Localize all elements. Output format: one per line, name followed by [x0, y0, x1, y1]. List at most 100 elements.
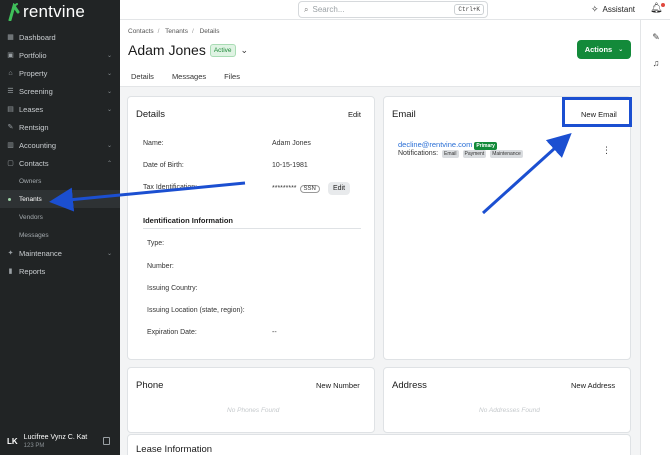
sidebar-item-rentsign[interactable]: ✎ Rentsign [0, 118, 120, 136]
status-badge: Active [209, 43, 236, 57]
page-title: Adam Jones [128, 42, 206, 58]
sidebar-subitem-owners[interactable]: Owners [0, 172, 120, 190]
sidebar-item-maintenance[interactable]: ✦ Maintenance ⌄ [0, 244, 120, 262]
sidebar-item-label: Reports [19, 266, 46, 276]
sidebar-subitem-tenants[interactable]: Tenants [0, 190, 120, 208]
phone-empty-state: No Phones Found [227, 407, 280, 414]
sidebar-item-screening[interactable]: ☰ Screening ⌄ [0, 82, 120, 100]
expiration-date-label: Expiration Date: [147, 329, 197, 336]
chevron-down-icon: ⌄ [106, 142, 112, 149]
details-card: Details Edit Name: Adam Jones Date of Bi… [127, 96, 375, 360]
email-card-title: Email [392, 109, 416, 120]
name-value: Adam Jones [272, 140, 311, 147]
name-label: Name: [143, 140, 164, 147]
sidebar-item-accounting[interactable]: ▥ Accounting ⌄ [0, 136, 120, 154]
phone-card-title: Phone [136, 380, 164, 391]
actions-button[interactable]: Actions ⌄ [577, 40, 631, 59]
sidebar-item-label: Rentsign [19, 122, 49, 132]
sidebar-item-label: Maintenance [19, 248, 62, 258]
edit-note-icon[interactable]: ✎ [651, 32, 661, 42]
sidebar-item-label: Portfolio [19, 50, 47, 60]
dob-value: 10-15-1981 [272, 162, 308, 169]
new-address-button[interactable]: New Address [571, 381, 615, 390]
sidebar-item-portfolio[interactable]: ▣ Portfolio ⌄ [0, 46, 120, 64]
sidebar: rentvine ▦ Dashboard ▣ Portfolio ⌄ ⌂ Pro… [0, 0, 120, 455]
address-empty-state: No Addresses Found [479, 407, 540, 414]
notification-icon[interactable]: ♫ [651, 58, 661, 68]
issuing-location-label: Issuing Location (state, region): [147, 307, 245, 314]
actions-label: Actions [584, 45, 613, 54]
dashboard-icon: ▦ [7, 34, 14, 41]
sidebar-item-reports[interactable]: ▮ Reports [0, 262, 120, 280]
tax-id-label: Tax Identification: [143, 184, 198, 191]
tax-id-masked: ********* [272, 185, 297, 192]
notification-tag-email: Email [442, 150, 459, 158]
reports-icon: ▮ [8, 268, 13, 275]
active-dot-icon [8, 197, 11, 201]
details-edit-button[interactable]: Edit [348, 110, 361, 119]
sidebar-subitem-label: Owners [19, 177, 42, 185]
email-address: decline@rentvine.com [398, 140, 473, 149]
issuing-country-label: Issuing Country: [147, 285, 198, 292]
dob-label: Date of Birth: [143, 162, 184, 169]
email-address-link[interactable]: decline@rentvine.com Primary [398, 140, 497, 150]
assistant-label: Assistant [602, 5, 636, 14]
id-number-label: Number: [147, 263, 174, 270]
rentvine-logo-icon [8, 2, 20, 22]
search-placeholder: Search... [312, 5, 345, 14]
title-row: Adam Jones Active ⌄ [128, 42, 248, 58]
phone-card: Phone New Number No Phones Found [127, 367, 375, 433]
breadcrumb-separator: / [191, 28, 194, 35]
breadcrumb: Contacts / Tenants / Details [128, 28, 223, 35]
sidebar-nav: ▦ Dashboard ▣ Portfolio ⌄ ⌂ Property ⌄ ☰… [0, 28, 120, 280]
sidebar-item-label: Dashboard [19, 32, 56, 42]
rentsign-icon: ✎ [7, 124, 14, 131]
breadcrumb-tenants[interactable]: Tenants [165, 28, 188, 35]
sidebar-item-label: Leases [19, 104, 44, 114]
ssn-badge: SSN [299, 185, 320, 193]
notifications-bell-icon[interactable]: 🔔︎ [650, 3, 665, 14]
sidebar-subitem-messages[interactable]: Messages [0, 226, 120, 244]
sidebar-item-label: Accounting [19, 140, 57, 150]
user-profile[interactable]: LK Lucifree Vynz C. Kat 123 PM [0, 427, 120, 455]
main-content: Contacts / Tenants / Details Adam Jones Ac… [120, 20, 640, 455]
email-notifications: Notifications: Email Payment Maintenance [398, 150, 523, 158]
leases-icon: ▤ [7, 106, 14, 113]
portfolio-icon: ▣ [7, 52, 14, 59]
breadcrumb-details: Details [199, 28, 220, 35]
notification-tag-maintenance: Maintenance [490, 150, 523, 158]
sidebar-subitem-vendors[interactable]: Vendors [0, 208, 120, 226]
highlight-box [562, 97, 632, 127]
logo[interactable]: rentvine [8, 2, 85, 22]
assistant-button[interactable]: ✧ Assistant [591, 4, 635, 15]
id-type-label: Type: [147, 240, 165, 247]
maintenance-icon: ✦ [7, 250, 14, 257]
sidebar-item-property[interactable]: ⌂ Property ⌄ [0, 64, 120, 82]
more-options-icon[interactable]: ⋮ [602, 145, 611, 156]
section-divider [143, 228, 361, 229]
breadcrumb-contacts[interactable]: Contacts [128, 28, 154, 35]
tax-id-edit-button[interactable]: Edit [328, 182, 351, 195]
chevron-down-icon[interactable]: ⌄ [241, 45, 249, 56]
new-number-button[interactable]: New Number [316, 381, 360, 390]
email-card: Email New Email decline@rentvine.com Prim… [383, 96, 631, 360]
notification-badge [660, 3, 665, 7]
sidebar-item-contacts[interactable]: ▢ Contacts ⌃ [0, 154, 120, 172]
contacts-icon: ▢ [7, 160, 14, 167]
address-card-title: Address [392, 380, 427, 391]
tax-id-value: ********* SSN [272, 185, 320, 193]
sidebar-item-dashboard[interactable]: ▦ Dashboard [0, 28, 120, 46]
property-icon: ⌂ [8, 69, 13, 77]
top-bar: ⌕ Search... Ctrl+K ✧ Assistant 🔔︎ [120, 0, 670, 20]
content-area: Details Edit Name: Adam Jones Date of Bi… [120, 87, 640, 455]
screening-icon: ☰ [7, 88, 14, 95]
notifications-label: Notifications: [398, 150, 439, 157]
search-input[interactable]: ⌕ Search... Ctrl+K [298, 1, 488, 18]
sidebar-item-leases[interactable]: ▤ Leases ⌄ [0, 100, 120, 118]
chevron-down-icon: ⌄ [106, 250, 112, 257]
sidebar-item-label: Property [19, 68, 48, 78]
collapse-sidebar-icon[interactable] [103, 437, 110, 445]
sidebar-subitem-label: Tenants [19, 195, 42, 203]
user-name: Lucifree Vynz C. Kat [23, 433, 88, 441]
chevron-down-icon: ⌄ [106, 52, 112, 59]
